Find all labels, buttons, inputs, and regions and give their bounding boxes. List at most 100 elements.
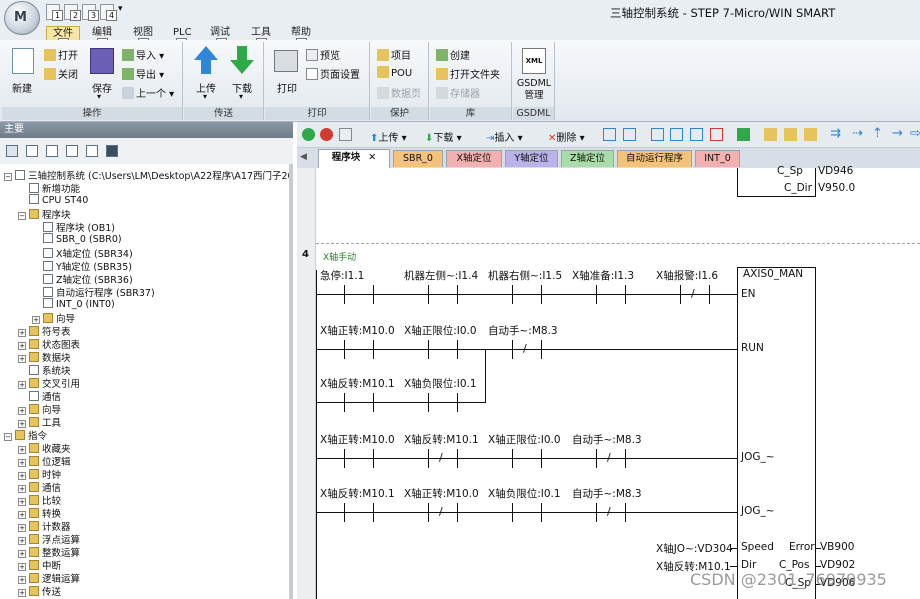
- previous-button[interactable]: 上一个 ▾: [122, 85, 174, 100]
- tab-2[interactable]: X轴定位: [446, 150, 502, 167]
- tree-item[interactable]: + 比较: [18, 493, 61, 507]
- tree-item[interactable]: + 通信: [18, 480, 61, 494]
- tree-item[interactable]: + 中断: [18, 558, 61, 572]
- tab-3[interactable]: Y轴定位: [505, 150, 558, 167]
- expand-toggle-icon[interactable]: −: [4, 173, 12, 181]
- tab-close-icon[interactable]: ✕: [368, 152, 376, 163]
- tree-item[interactable]: − 程序块: [18, 207, 71, 221]
- tree-item[interactable]: INT_0 (INT0): [32, 298, 115, 310]
- tree-item[interactable]: + 数据块: [18, 350, 71, 364]
- expand-toggle-icon[interactable]: +: [18, 407, 26, 415]
- tab-0[interactable]: 程序块 ✕: [318, 149, 390, 168]
- expand-toggle-icon[interactable]: +: [18, 342, 26, 350]
- contact-normally-open[interactable]: [344, 285, 374, 304]
- tree-item[interactable]: 自动运行程序 (SBR37): [32, 285, 155, 299]
- tab-1[interactable]: SBR_0: [393, 150, 443, 167]
- toolbar-icon-10[interactable]: [804, 128, 817, 141]
- expand-toggle-icon[interactable]: +: [18, 355, 26, 363]
- print-button[interactable]: 打印: [277, 80, 297, 95]
- tree-item[interactable]: + 逻辑运算: [18, 571, 80, 585]
- preview-button[interactable]: 预览: [306, 47, 340, 62]
- tree-view-icon[interactable]: [6, 145, 18, 157]
- import-button[interactable]: 导入 ▾: [122, 47, 164, 62]
- expand-toggle-icon[interactable]: +: [18, 329, 26, 337]
- contact-normally-open[interactable]: [344, 393, 374, 412]
- tree-item[interactable]: X轴定位 (SBR34): [32, 246, 133, 260]
- toolbar-icon-5[interactable]: [690, 128, 703, 141]
- editor-upload-button[interactable]: ⬆上传 ▾: [370, 129, 407, 144]
- contact-normally-open[interactable]: [512, 503, 542, 522]
- list-view-icon[interactable]: [26, 145, 38, 157]
- tree-item[interactable]: + 向导: [18, 402, 61, 416]
- compile-icon[interactable]: [339, 128, 352, 141]
- contact-normally-open[interactable]: [344, 449, 374, 468]
- tree-item[interactable]: + 收藏夹: [18, 441, 71, 455]
- tree-item[interactable]: SBR_0 (SBR0): [32, 233, 122, 245]
- tree-item[interactable]: + 位逻辑: [18, 454, 71, 468]
- expand-toggle-icon[interactable]: −: [18, 212, 26, 220]
- contact-normally-open[interactable]: [428, 393, 458, 412]
- toolbar-icon-6[interactable]: [710, 128, 723, 141]
- memory-button[interactable]: 存储器: [436, 85, 480, 100]
- new-button[interactable]: 新建: [12, 80, 32, 95]
- upload-dropdown-icon[interactable]: ▾: [203, 92, 207, 101]
- contact-normally-open[interactable]: [512, 285, 542, 304]
- contact-normally-closed[interactable]: /: [428, 449, 458, 468]
- expand-toggle-icon[interactable]: +: [18, 472, 26, 480]
- contact-normally-closed[interactable]: /: [596, 503, 626, 522]
- expand-toggle-icon[interactable]: +: [18, 498, 26, 506]
- toolbar-arrow-icon-4[interactable]: →: [892, 126, 903, 141]
- tree-item[interactable]: + 整数运算: [18, 545, 80, 559]
- toolbar-icon-2[interactable]: [623, 128, 636, 141]
- expand-toggle-icon[interactable]: +: [18, 537, 26, 545]
- tree-item[interactable]: 通信: [18, 389, 61, 403]
- expand-toggle-icon[interactable]: −: [4, 433, 12, 441]
- page-icon[interactable]: [66, 145, 78, 157]
- expand-toggle-icon[interactable]: +: [18, 550, 26, 558]
- tree-item[interactable]: CPU ST40: [18, 194, 88, 206]
- toolbar-icon-9[interactable]: [784, 128, 797, 141]
- toolbar-icon-1[interactable]: [603, 128, 616, 141]
- tree-item[interactable]: + 计数器: [18, 519, 71, 533]
- insert-button[interactable]: ⇥插入 ▾: [486, 129, 523, 144]
- detail-view-icon[interactable]: [46, 145, 58, 157]
- tree-item[interactable]: + 时钟: [18, 467, 61, 481]
- contact-normally-closed[interactable]: /: [428, 503, 458, 522]
- quick-access-dropdown-icon[interactable]: ▾: [118, 4, 123, 14]
- expand-toggle-icon[interactable]: +: [18, 563, 26, 571]
- expand-toggle-icon[interactable]: +: [18, 420, 26, 428]
- expand-toggle-icon[interactable]: +: [18, 589, 26, 597]
- tree-item[interactable]: + 转换: [18, 506, 61, 520]
- expand-toggle-icon[interactable]: +: [18, 511, 26, 519]
- protect-pou-button[interactable]: POU: [377, 66, 412, 79]
- contact-normally-open[interactable]: [428, 340, 458, 359]
- tree-item[interactable]: + 交叉引用: [18, 376, 80, 390]
- contact-normally-closed[interactable]: /: [680, 285, 710, 304]
- tree-item[interactable]: 新增功能: [18, 181, 80, 195]
- tab-4[interactable]: Z轴定位: [561, 150, 614, 167]
- contact-normally-closed[interactable]: /: [596, 449, 626, 468]
- tree-item[interactable]: + 状态图表: [18, 337, 80, 351]
- tab-6[interactable]: INT_0: [695, 150, 740, 167]
- run-icon[interactable]: [302, 128, 315, 141]
- toolbar-arrow-icon-2[interactable]: ⇢: [852, 126, 863, 141]
- expand-toggle-icon[interactable]: +: [18, 576, 26, 584]
- tree-item[interactable]: + 工具: [18, 415, 61, 429]
- contact-normally-open[interactable]: [596, 285, 626, 304]
- tree-item[interactable]: − 三轴控制系统 (C:\Users\LM\Desktop\A22程序\A17西门…: [4, 168, 289, 182]
- tab-scroll-left-icon[interactable]: ◀: [300, 152, 307, 162]
- protect-data-page-button[interactable]: 数据页: [377, 85, 421, 100]
- open-folder-button[interactable]: 打开文件夹: [436, 66, 500, 81]
- toolbar-arrow-icon-5[interactable]: ⇨: [910, 126, 920, 141]
- expand-toggle-icon[interactable]: +: [18, 524, 26, 532]
- tree-item[interactable]: 系统块: [18, 363, 71, 377]
- editor-download-button[interactable]: ⬇下载 ▾: [425, 129, 462, 144]
- tree-item[interactable]: + 浮点运算: [18, 532, 80, 546]
- table-icon[interactable]: [86, 145, 98, 157]
- tree-item[interactable]: + 符号表: [18, 324, 71, 338]
- library-create-button[interactable]: 创建: [436, 47, 470, 62]
- expand-toggle-icon[interactable]: +: [32, 316, 40, 324]
- tab-5[interactable]: 自动运行程序: [617, 150, 692, 167]
- expand-toggle-icon[interactable]: +: [18, 485, 26, 493]
- contact-normally-open[interactable]: [344, 340, 374, 359]
